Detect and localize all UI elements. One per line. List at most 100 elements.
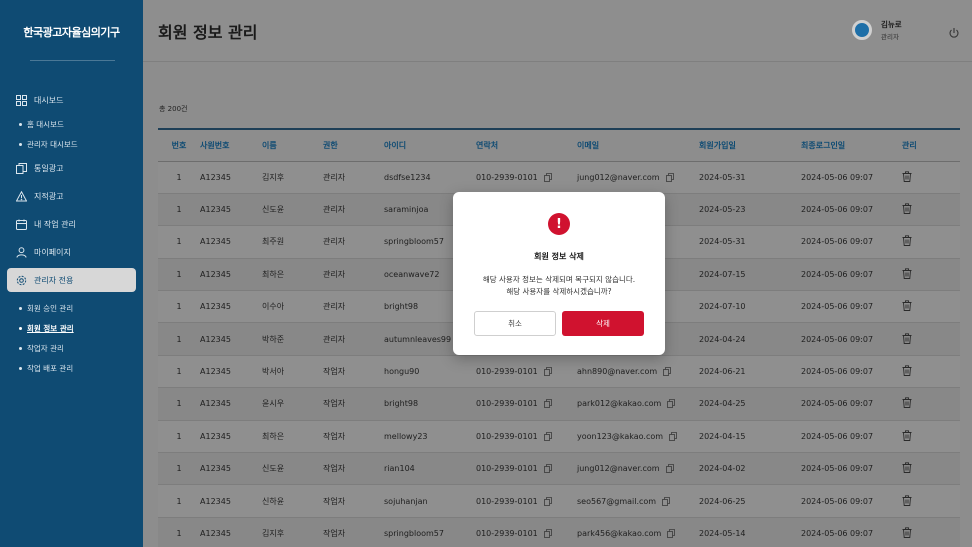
employee-id: A12345 (200, 355, 262, 389)
header: 회원 정보 관리 김뉴로 관리자 (143, 0, 972, 62)
trash-icon[interactable] (902, 494, 912, 506)
row-number: 1 (158, 484, 200, 518)
sub-label: 홈 대시보드 (27, 119, 64, 129)
copy-icon[interactable] (543, 431, 552, 441)
trash-icon[interactable] (902, 332, 912, 344)
row-number: 1 (158, 420, 200, 454)
sidebar-item-unified-ads[interactable]: 통일광고 (0, 154, 143, 182)
user-id: mellowy23 (384, 420, 476, 454)
trash-icon[interactable] (902, 171, 912, 182)
table-row[interactable]: 1 A12345 최하은 작업자 mellowy23 010-2939-0101 yoon1… (158, 420, 960, 454)
table-header-row: 번호 사원번호 이름 권한 아이디 연락처 이메일 회원가입일 최종로그인일 관… (158, 128, 960, 162)
join-date: 2024-05-14 (699, 517, 801, 547)
avatar[interactable] (852, 20, 872, 40)
bullet-icon (19, 326, 22, 330)
trash-icon[interactable] (902, 462, 912, 474)
table-row[interactable]: 1 A12345 박서아 작업자 hongu90 010-2939-0101 ahn890@… (158, 355, 960, 389)
copy-icon[interactable] (543, 529, 552, 538)
copy-icon[interactable] (543, 399, 552, 409)
sidebar-item-admin[interactable]: 관리자 전용 (7, 268, 136, 292)
sidebar-sub-member-approval[interactable]: 회원 승인 관리 (0, 298, 143, 318)
user-id: hongu90 (384, 355, 476, 389)
calendar-icon (16, 219, 27, 230)
email-value: ahn890@naver.com (577, 367, 658, 377)
trash-icon[interactable] (902, 235, 912, 247)
join-date: 2024-07-15 (699, 258, 801, 292)
copy-icon[interactable] (667, 529, 676, 538)
table-row[interactable]: 1 A12345 김지후 작업자 springbloom57 010-2939-0101 p… (158, 517, 960, 547)
phone-value: 010-2939-0101 (476, 431, 538, 441)
copy-icon[interactable] (543, 464, 552, 474)
employee-id: A12345 (200, 322, 262, 356)
app-logo[interactable]: 한국광고자율심의기구 (0, 24, 143, 40)
trash-icon[interactable] (902, 527, 912, 538)
sidebar-item-my-tasks[interactable]: 내 작업 관리 (0, 210, 143, 238)
power-icon[interactable] (948, 24, 960, 38)
column-header: 이메일 (577, 128, 699, 162)
phone-value: 010-2939-0101 (476, 528, 538, 538)
email: jung012@naver.com (577, 452, 699, 486)
phone-value: 010-2939-0101 (476, 496, 538, 506)
copy-icon[interactable] (665, 172, 674, 182)
employee-id: A12345 (200, 420, 262, 454)
actions-cell (902, 193, 960, 227)
copy-icon[interactable] (665, 464, 674, 474)
column-header: 번호 (158, 128, 200, 162)
copy-icon[interactable] (667, 399, 676, 409)
copy-icon[interactable] (543, 172, 552, 182)
role: 관리자 (323, 258, 384, 292)
sidebar-item-mypage[interactable]: 마이페이지 (0, 238, 143, 266)
sidebar-item-label: 마이페이지 (34, 247, 71, 257)
trash-icon[interactable] (902, 430, 912, 441)
email: jung012@naver.com (577, 161, 699, 194)
sidebar-sub-admin-dashboard[interactable]: 관리자 대시보드 (0, 134, 143, 154)
join-date: 2024-05-31 (699, 161, 801, 194)
copy-icon[interactable] (662, 496, 671, 506)
copy-icon[interactable] (669, 431, 677, 441)
document-copy-icon (16, 162, 27, 174)
sidebar-item-dashboard[interactable]: 대시보드 (0, 86, 143, 114)
sidebar-item-label: 통일광고 (34, 163, 64, 173)
copy-icon[interactable] (543, 496, 552, 506)
delete-button[interactable]: 삭제 (562, 311, 644, 336)
employee-id: A12345 (200, 258, 262, 292)
user-id: rian104 (384, 452, 476, 486)
table-row[interactable]: 1 A12345 김지후 관리자 dsdfse1234 010-2939-0101 jung… (158, 161, 960, 194)
member-name: 김지후 (262, 517, 323, 547)
column-header: 회원가입일 (699, 128, 801, 162)
actions-cell (902, 322, 960, 356)
sidebar-sub-home-dashboard[interactable]: 홈 대시보드 (0, 114, 143, 134)
last-login: 2024-05-06 09:07 (801, 420, 902, 454)
last-login: 2024-05-06 09:07 (801, 355, 902, 389)
copy-icon[interactable] (543, 367, 552, 376)
phone: 010-2939-0101 (476, 387, 577, 421)
grid-icon (16, 94, 27, 106)
sidebar-sub-worker-management[interactable]: 작업자 관리 (0, 338, 143, 358)
table-row[interactable]: 1 A12345 신도윤 작업자 rian104 010-2939-0101 jung012… (158, 452, 960, 486)
dialog-title: 회원 정보 삭제 (534, 252, 584, 261)
trash-icon[interactable] (902, 268, 912, 279)
sub-label: 작업자 관리 (27, 343, 64, 353)
sidebar-sub-member-info[interactable]: 회원 정보 관리 (0, 318, 143, 338)
column-header: 아이디 (384, 128, 476, 162)
phone: 010-2939-0101 (476, 355, 577, 389)
trash-icon[interactable] (902, 203, 912, 215)
email-value: jung012@naver.com (577, 172, 660, 182)
copy-icon[interactable] (663, 367, 672, 376)
trash-icon[interactable] (902, 397, 912, 409)
sub-label: 회원 승인 관리 (27, 303, 74, 313)
actions-cell (902, 517, 960, 547)
table-row[interactable]: 1 A12345 윤시우 작업자 bright98 010-2939-0101 park01… (158, 387, 960, 421)
trash-icon[interactable] (902, 300, 912, 312)
role: 관리자 (323, 161, 384, 194)
trash-icon[interactable] (902, 365, 912, 376)
sidebar-sub-task-distribution[interactable]: 작업 배포 관리 (0, 358, 143, 378)
sub-label: 회원 정보 관리 (27, 323, 74, 333)
column-header: 관리 (902, 128, 960, 162)
page-title: 회원 정보 관리 (158, 23, 258, 42)
bullet-icon (19, 346, 22, 350)
cancel-button[interactable]: 취소 (474, 311, 556, 336)
email-value: park012@kakao.com (577, 399, 662, 409)
table-row[interactable]: 1 A12345 신하윤 작업자 sojuhanjan 010-2939-0101 seo5… (158, 484, 960, 518)
sidebar-item-flagged-ads[interactable]: 지적광고 (0, 182, 143, 210)
